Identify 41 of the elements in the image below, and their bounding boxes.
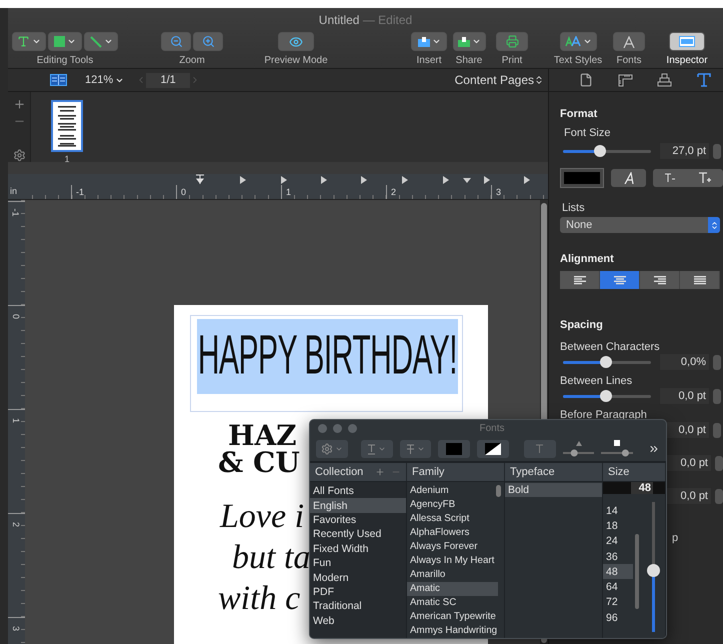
field-label: p [672,532,680,544]
ruler-label: 0 [12,314,21,319]
toolbar-label: Preview Mode [264,55,328,66]
page-number: 1 [64,154,70,164]
field-label: Font Size [564,127,612,139]
column-header: Typeface [510,466,555,478]
toolbar-label: Inspector [666,55,708,66]
column-header: Family [412,466,444,478]
ruler-label: 0 [181,187,186,197]
field-label: Between Characters [560,341,661,353]
ruler-label: 2 [12,522,21,527]
toolbar-label: Insert [416,55,442,66]
section-title: Alignment [560,253,615,265]
section-title: Format [560,108,598,120]
window-title: Untitled — Edited [318,13,412,27]
panel-title: Fonts [479,423,506,434]
toolbar-label: Editing Tools [36,55,94,66]
field-label: Between Lines [560,375,634,387]
toolbar-label: Print [502,55,522,66]
script-text: with c [218,579,300,619]
ruler-label: -1 [12,208,21,216]
toolbar-label: Fonts [616,55,642,66]
field-label: Before Paragraph [560,409,648,421]
ruler-label: 2 [391,187,396,197]
body-text: & CU [218,449,300,476]
body-text: HAZ [228,422,297,449]
ruler-unit: in [9,186,18,198]
ruler-label: 1 [286,187,292,197]
script-text: but ta [232,538,310,578]
toolbar-label: Zoom [179,55,205,66]
section-title: Spacing [560,319,604,331]
ruler-label: 1 [12,418,21,423]
column-header: Size [608,466,630,478]
ruler-label: -1 [76,187,84,197]
toolbar-label: Share [456,55,482,66]
toolbar-label: Text Styles [554,55,602,66]
ruler-label: 3 [496,187,502,197]
ruler-label: 3 [12,626,21,631]
field-label: Lists [562,202,586,214]
column-header: Collection [315,466,364,478]
script-text: Love i [220,497,304,537]
